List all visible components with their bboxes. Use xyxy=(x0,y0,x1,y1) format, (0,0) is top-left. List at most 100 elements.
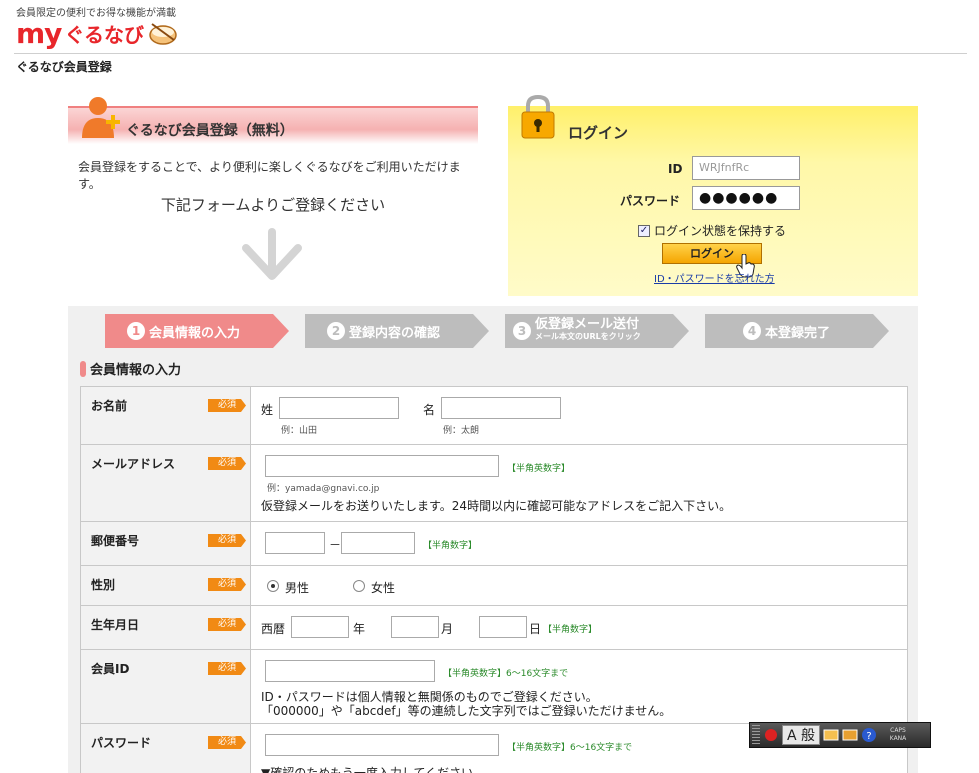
lock-icon xyxy=(521,94,555,139)
required-badge: 必須 xyxy=(208,618,246,631)
zip-label: 郵便番号 xyxy=(91,534,140,548)
row-email: メールアドレス 必須 【半角英数字】 例：yamada@gnavi.co.jp … xyxy=(81,445,907,522)
row-name: お名前 必須 姓 例：山田 名 例：太朗 xyxy=(81,387,907,445)
row-zip: 郵便番号 必須 － 【半角数字】 xyxy=(81,522,907,566)
zip-first-input[interactable] xyxy=(265,532,325,554)
keep-login-label: ログイン状態を保持する xyxy=(654,224,787,238)
zip-dash: － xyxy=(329,538,342,552)
row-zip-label: 郵便番号 必須 xyxy=(81,522,251,565)
password-label: パスワード xyxy=(91,736,152,750)
bowl-icon xyxy=(149,23,177,45)
keep-login-row[interactable]: ✓ ログイン状態を保持する xyxy=(638,222,786,239)
step-4-label: 本登録完了 xyxy=(765,325,831,341)
register-sub: 下記フォームよりご登録ください xyxy=(160,196,386,214)
mei-input[interactable] xyxy=(441,397,561,419)
required-badge: 必須 xyxy=(208,736,246,749)
login-id-label: ID xyxy=(668,162,683,176)
birth-year-input[interactable] xyxy=(291,616,349,638)
required-badge: 必須 xyxy=(208,457,246,470)
birthdate-label: 生年月日 xyxy=(91,618,140,632)
email-input[interactable] xyxy=(265,455,499,477)
row-gender: 性別 必須 男性 女性 xyxy=(81,566,907,606)
password-input[interactable] xyxy=(265,734,499,756)
row-birthdate: 生年月日 必須 西暦 年 月 日 【半角数字】 xyxy=(81,606,907,650)
email-example: 例：yamada@gnavi.co.jp xyxy=(267,484,380,494)
login-title: ログイン xyxy=(568,124,629,142)
gender-female-radio[interactable] xyxy=(353,580,365,592)
gender-male-radio[interactable] xyxy=(267,580,279,592)
required-badge: 必須 xyxy=(208,662,246,675)
row-password-label: パスワード 必須 xyxy=(81,724,251,773)
ime-mode-button[interactable]: A 般 xyxy=(782,725,820,745)
required-badge: 必須 xyxy=(208,578,246,591)
member-id-note-2: 「000000」や「abcdef」等の連続した文字列ではご登録いただけません。 xyxy=(261,704,672,718)
row-zip-body: － 【半角数字】 xyxy=(251,522,907,565)
page-title: ぐるなび会員登録 xyxy=(16,60,112,74)
member-id-input[interactable] xyxy=(265,660,435,682)
member-id-label: 会員ID xyxy=(91,662,130,676)
required-badge: 必須 xyxy=(208,534,246,547)
gender-female-label: 女性 xyxy=(371,581,396,595)
row-gender-label: 性別 必須 xyxy=(81,566,251,605)
login-password-input[interactable]: ●●●●●● xyxy=(692,186,800,210)
login-id-input[interactable]: WRJfnfRc xyxy=(692,156,800,180)
svg-text:?: ? xyxy=(866,731,871,742)
year-label: 年 xyxy=(353,622,366,636)
email-note: 仮登録メールをお送りいたします。24時間以内に確認可能なアドレスをご記入下さい。 xyxy=(261,499,732,513)
forgot-id-password-link[interactable]: ID・パスワードを忘れた方 xyxy=(654,270,775,285)
member-id-hint: 【半角英数字】6～16文字まで xyxy=(443,669,569,679)
register-description: 会員登録をすることで、より便利に楽しくぐるなびをご利用いただけます。 xyxy=(78,160,461,191)
row-birthdate-label: 生年月日 必須 xyxy=(81,606,251,649)
login-panel: ログイン ID WRJfnfRc パスワード ●●●●●● ✓ ログイン状態を保… xyxy=(508,94,918,296)
row-email-body: 【半角英数字】 例：yamada@gnavi.co.jp 仮登録メールをお送りい… xyxy=(251,445,907,521)
ime-caps-label: CAPS xyxy=(890,727,906,734)
ime-input-icon[interactable] xyxy=(763,725,779,745)
mei-label: 名 xyxy=(423,403,436,417)
ime-grip[interactable] xyxy=(752,725,760,745)
row-email-label: メールアドレス 必須 xyxy=(81,445,251,521)
register-title: ぐるなび会員登録（無料） xyxy=(126,123,294,139)
day-label: 日 xyxy=(529,622,542,636)
ime-help-icon[interactable]: ? xyxy=(861,725,877,745)
zip-hint: 【半角数字】 xyxy=(423,541,478,551)
step-1-label: 会員情報の入力 xyxy=(149,325,241,341)
mygnavi-logo[interactable]: my ぐるなび xyxy=(16,16,178,50)
step-3-sublabel: メール本文のURLをクリック xyxy=(535,332,641,341)
ime-tools-icon[interactable] xyxy=(842,725,858,745)
row-name-body: 姓 例：山田 名 例：太朗 xyxy=(251,387,907,444)
section-title-text: 会員情報の入力 xyxy=(90,363,182,378)
row-member-id: 会員ID 必須 【半角英数字】6～16文字まで ID・パスワードは個人情報と無関… xyxy=(81,650,907,724)
logo-my: my xyxy=(16,16,62,50)
person-add-icon xyxy=(82,97,120,138)
ime-caps-kana: CAPS KANA xyxy=(880,725,916,745)
row-birthdate-body: 西暦 年 月 日 【半角数字】 xyxy=(251,606,907,649)
step-3: 3 仮登録メール送付 メール本文のURLをクリック xyxy=(505,314,689,348)
birth-hint: 【半角数字】 xyxy=(543,625,598,635)
step-2-number: 2 xyxy=(327,322,345,340)
mei-example: 例：太朗 xyxy=(443,426,480,436)
ime-pad-icon[interactable] xyxy=(823,725,839,745)
gender-label: 性別 xyxy=(91,578,116,592)
step-3-label: 仮登録メール送付 xyxy=(535,317,640,332)
keep-login-checkbox[interactable]: ✓ xyxy=(638,224,650,237)
sei-input[interactable] xyxy=(279,397,399,419)
password-confirm-note: ▼確認のためもう一度入力してください。 xyxy=(261,766,486,773)
sei-label: 姓 xyxy=(261,403,274,417)
ime-kana-label: KANA xyxy=(889,735,907,742)
register-panel: ぐるなび会員登録（無料） 会員登録をすることで、より便利に楽しくぐるなびをご利用… xyxy=(68,97,478,306)
step-2-label: 登録内容の確認 xyxy=(349,325,441,341)
zip-second-input[interactable] xyxy=(341,532,415,554)
birth-month-input[interactable] xyxy=(391,616,439,638)
month-label: 月 xyxy=(441,622,454,636)
birth-day-input[interactable] xyxy=(479,616,527,638)
sei-example: 例：山田 xyxy=(281,426,318,436)
step-1-number: 1 xyxy=(127,322,145,340)
password-hint: 【半角英数字】6～16文字まで xyxy=(507,743,633,753)
email-label: メールアドレス xyxy=(91,457,176,471)
row-member-id-body: 【半角英数字】6～16文字まで ID・パスワードは個人情報と無関係のものでご登録… xyxy=(251,650,907,723)
email-hint: 【半角英数字】 xyxy=(507,464,571,474)
step-4: 4 本登録完了 xyxy=(705,314,889,348)
ime-toolbar[interactable]: A 般 ? CAPS KANA xyxy=(749,722,931,748)
logo-gnavi: ぐるなび xyxy=(64,22,145,47)
section-title: 会員情報の入力 xyxy=(80,359,181,378)
